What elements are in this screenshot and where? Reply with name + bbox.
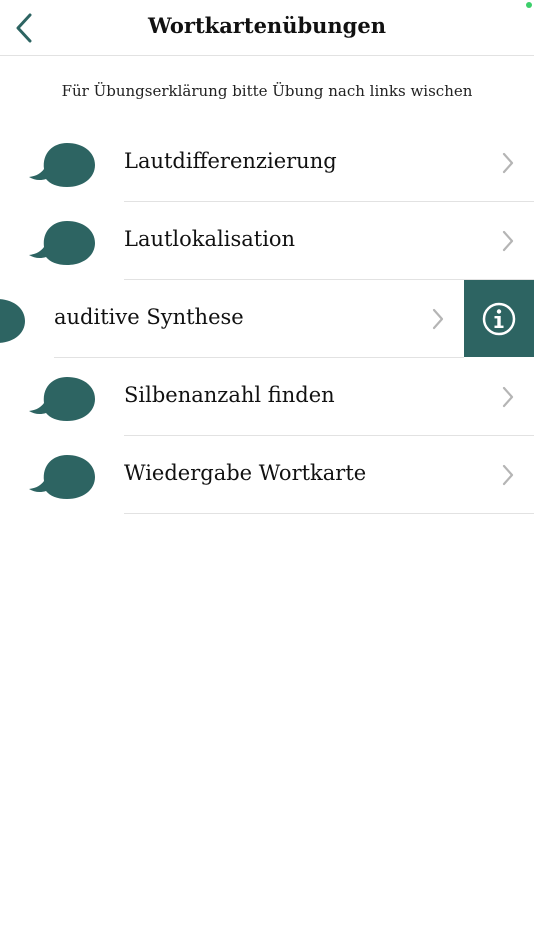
info-icon	[482, 302, 516, 335]
exercise-row-wiedergabe-wortkarte[interactable]: Wiedergabe Wortkarte	[0, 436, 534, 514]
chevron-right-icon	[502, 152, 514, 174]
chevron-right-icon	[502, 386, 514, 408]
row-divider	[124, 513, 534, 514]
chevron-right-icon	[502, 230, 514, 252]
exercise-row-lautdifferenzierung[interactable]: Lautdifferenzierung	[0, 124, 534, 202]
speech-bubble-icon	[29, 143, 95, 187]
swipe-hint-text: Für Übungserklärung bitte Übung nach lin…	[61, 82, 473, 100]
speech-bubble-icon	[0, 299, 25, 343]
exercise-label: Lautdifferenzierung	[124, 149, 337, 173]
exercise-label: Lautlokalisation	[124, 227, 296, 251]
speech-bubble-icon	[29, 221, 95, 265]
exercise-label: auditive Synthese	[54, 305, 244, 329]
speech-bubble-icon	[29, 377, 95, 421]
info-button[interactable]	[464, 280, 534, 357]
exercise-label: Wiedergabe Wortkarte	[124, 461, 367, 485]
exercise-label: Silbenanzahl finden	[124, 383, 335, 407]
navigation-bar: Wortkartenübungen	[0, 0, 534, 56]
speech-bubble-icon	[29, 455, 95, 499]
exercise-row-lautlokalisation[interactable]: Lautlokalisation	[0, 202, 534, 280]
exercise-row-auditive-synthese[interactable]: auditive Synthese	[0, 280, 464, 358]
page-title: Wortkartenübungen	[148, 13, 386, 38]
chevron-right-icon	[502, 464, 514, 486]
exercise-row-silbenanzahl-finden[interactable]: Silbenanzahl finden	[0, 358, 534, 436]
chevron-right-icon	[432, 308, 444, 330]
